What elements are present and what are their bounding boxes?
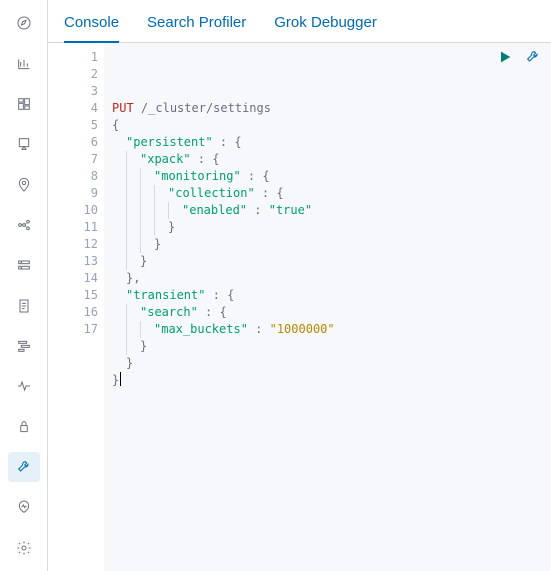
code-line[interactable]: "transient" : { bbox=[112, 287, 543, 304]
nav-uptime-icon[interactable] bbox=[8, 371, 40, 401]
run-request-icon[interactable] bbox=[497, 49, 513, 70]
tab-search-profiler[interactable]: Search Profiler bbox=[147, 14, 246, 43]
code-line[interactable]: "enabled" : "true" bbox=[112, 202, 543, 219]
line-number: 12▾ bbox=[48, 236, 104, 253]
line-number: 11▴ bbox=[48, 219, 104, 236]
code-line[interactable]: "max_buckets" : "1000000" bbox=[112, 321, 543, 338]
request-options-icon[interactable] bbox=[525, 49, 541, 70]
code-line[interactable]: }, bbox=[112, 270, 543, 287]
code-area[interactable]: PUT /_cluster/settings{"persistent" : {"… bbox=[104, 43, 551, 571]
code-line[interactable]: "collection" : { bbox=[112, 185, 543, 202]
nav-siem-icon[interactable] bbox=[8, 412, 40, 442]
line-number: 8▴ bbox=[48, 168, 104, 185]
code-line[interactable]: PUT /_cluster/settings bbox=[112, 100, 543, 117]
nav-ml-icon[interactable] bbox=[8, 210, 40, 240]
nav-logs-icon[interactable] bbox=[8, 291, 40, 321]
tab-grok-debugger[interactable]: Grok Debugger bbox=[274, 14, 377, 43]
code-line[interactable]: { bbox=[112, 117, 543, 134]
nav-canvas-icon[interactable] bbox=[8, 129, 40, 159]
code-line[interactable]: } bbox=[112, 236, 543, 253]
side-nav bbox=[0, 0, 48, 571]
code-line[interactable]: } bbox=[112, 372, 543, 389]
code-line[interactable]: "monitoring" : { bbox=[112, 168, 543, 185]
console-editor[interactable]: 12▾3▾4▾5▾6▾78▴9▴10▴11▴12▾13▾1415▴16▴17▴ … bbox=[48, 43, 551, 571]
code-line[interactable]: "search" : { bbox=[112, 304, 543, 321]
code-line[interactable]: } bbox=[112, 338, 543, 355]
request-actions bbox=[497, 49, 541, 70]
code-line[interactable]: } bbox=[112, 219, 543, 236]
line-number: 15▴ bbox=[48, 287, 104, 304]
nav-apm-icon[interactable] bbox=[8, 331, 40, 361]
line-number: 17▴ bbox=[48, 321, 104, 338]
line-number: 7 bbox=[48, 151, 104, 168]
code-line[interactable]: } bbox=[112, 253, 543, 270]
line-number: 16▴ bbox=[48, 304, 104, 321]
line-gutter: 12▾3▾4▾5▾6▾78▴9▴10▴11▴12▾13▾1415▴16▴17▴ bbox=[48, 43, 104, 571]
text-cursor bbox=[120, 372, 121, 386]
line-number: 2▾ bbox=[48, 66, 104, 83]
main-panel: Console Search Profiler Grok Debugger 12… bbox=[48, 0, 551, 571]
code-line[interactable]: "xpack" : { bbox=[112, 151, 543, 168]
nav-visualize-icon[interactable] bbox=[8, 48, 40, 78]
line-number: 3▾ bbox=[48, 83, 104, 100]
nav-dashboard-icon[interactable] bbox=[8, 89, 40, 119]
line-number: 13▾ bbox=[48, 253, 104, 270]
line-number: 4▾ bbox=[48, 100, 104, 117]
line-number: 5▾ bbox=[48, 117, 104, 134]
line-number: 9▴ bbox=[48, 185, 104, 202]
nav-monitoring-icon[interactable] bbox=[8, 492, 40, 522]
nav-management-icon[interactable] bbox=[8, 533, 40, 563]
tab-console[interactable]: Console bbox=[64, 14, 119, 43]
nav-devtools-icon[interactable] bbox=[8, 452, 40, 482]
nav-maps-icon[interactable] bbox=[8, 169, 40, 199]
line-number: 1 bbox=[48, 49, 104, 66]
line-number: 14 bbox=[48, 270, 104, 287]
line-number: 6▾ bbox=[48, 134, 104, 151]
nav-discover-icon[interactable] bbox=[8, 8, 40, 38]
nav-infra-icon[interactable] bbox=[8, 250, 40, 280]
line-number: 10▴ bbox=[48, 202, 104, 219]
code-line[interactable]: "persistent" : { bbox=[112, 134, 543, 151]
tabs: Console Search Profiler Grok Debugger bbox=[48, 0, 551, 43]
code-line[interactable]: } bbox=[112, 355, 543, 372]
